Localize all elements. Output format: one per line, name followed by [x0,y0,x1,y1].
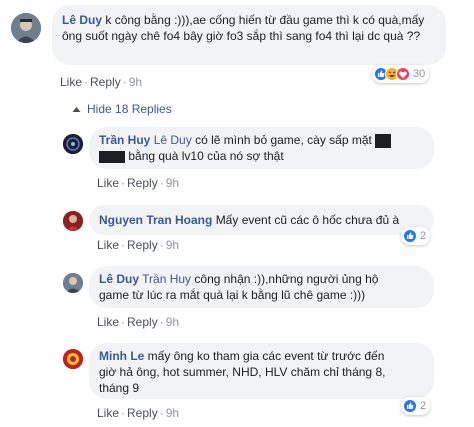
timestamp[interactable]: 9h [166,315,179,329]
reply-link[interactable]: Reply [90,75,121,89]
reply-actions: Like · Reply · 9h [97,406,180,420]
timestamp[interactable]: 9h [166,406,179,420]
avatar[interactable] [63,349,83,369]
comment-bubble: Lê Duy k công bằng :))),ae cống hiến từ … [52,5,446,65]
like-icon [403,229,417,243]
like-link[interactable]: Like [60,75,82,89]
reply-bubble: Minh Le mấy ông ko tham gia các event từ… [89,343,434,399]
reply-author[interactable]: Trần Huy [99,133,150,147]
person-icon [11,13,41,43]
reply-actions: Like · Reply · 9h [97,315,180,329]
reply-text-line-1: công nhận :)),những người ủng hộ [194,272,379,286]
reply-bubble: Nguyen Tran Hoang Mấy event cũ các ô hốc… [89,205,434,235]
like-icon [403,399,417,413]
reply-text-line-3: tháng 9 [99,381,140,395]
person-icon [63,211,83,231]
reply-link[interactable]: Reply [127,315,158,329]
reply-author[interactable]: Nguyen Tran Hoang [99,213,212,227]
reply-link[interactable]: Reply [127,238,158,252]
comment-author[interactable]: Lê Duy [62,13,102,27]
redaction-block [99,150,125,163]
reply-text-line-1: có lẽ mình bỏ game, cày sấp mặt [195,133,372,147]
club-logo-icon [63,349,83,369]
like-link[interactable]: Like [97,238,119,252]
reply-bubble: Trần Huy Lê Duy có lẽ mình bỏ game, cày … [89,127,434,169]
reply-actions: Like · Reply · 9h [97,238,180,252]
reply-text-line-1: mấy ông ko tham gia các event từ trước đ… [147,349,385,363]
reply-text-line-2: bằng quà lv10 của nó sợ thật [128,149,284,163]
avatar[interactable] [63,134,83,154]
reply-text-line-2: giờ hả ông, hot summer, NHD, HLV chăm ch… [99,365,386,379]
reaction-count: 30 [413,68,426,80]
redaction-block [375,133,392,148]
avatar[interactable] [11,13,41,43]
like-link[interactable]: Like [97,406,119,420]
reply-link[interactable]: Reply [127,406,158,420]
reply-text: Mấy event cũ các ô hốc chưa đủ à [215,213,400,227]
reaction-summary[interactable]: 2 [401,227,431,245]
reply-actions: Like · Reply · 9h [97,176,180,190]
reply-text-line-2: game từ lúc ra mắt quà lại k bằng lũ chê… [99,288,366,302]
love-icon [396,67,410,81]
timestamp[interactable]: 9h [129,75,142,89]
chevron-up-icon [72,106,81,112]
comment-text: k công bằng :))),ae cống hiến từ đầu gam… [62,13,425,43]
mention-link[interactable]: Trần Huy [142,272,191,286]
reply-bubble: Lê Duy Trần Huy công nhận :)),những ngườ… [89,266,434,308]
like-link[interactable]: Like [97,315,119,329]
person-icon [63,273,83,293]
avatar[interactable] [63,273,83,293]
hide-replies-label: Hide 18 Replies [87,102,172,116]
reaction-count: 2 [420,230,427,242]
reaction-count: 2 [420,400,427,412]
comment-actions: Like · Reply · 9h [60,75,143,89]
reply-link[interactable]: Reply [127,176,158,190]
timestamp[interactable]: 9h [166,176,179,190]
reaction-summary[interactable]: 2 [401,397,431,415]
like-link[interactable]: Like [97,176,119,190]
avatar[interactable] [63,211,83,231]
logo-avatar-icon [63,134,83,154]
reply-author[interactable]: Minh Le [99,349,144,363]
reply-author[interactable]: Lê Duy [99,272,139,286]
timestamp[interactable]: 9h [166,238,179,252]
mention-link[interactable]: Lê Duy [154,133,192,147]
reaction-summary[interactable]: 30 [372,65,430,83]
hide-replies-link[interactable]: Hide 18 Replies [72,102,172,116]
